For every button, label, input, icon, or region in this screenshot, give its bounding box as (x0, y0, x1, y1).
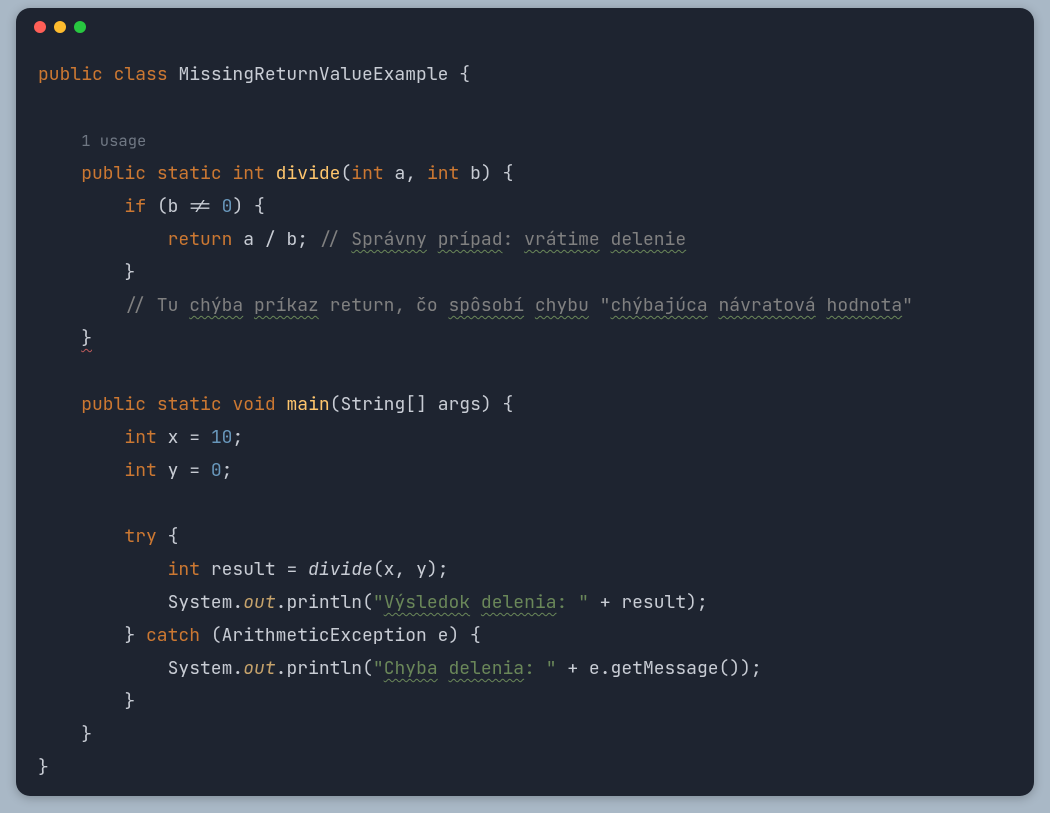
kw-int: int (427, 162, 459, 185)
var-e: e (438, 624, 449, 647)
usage-hint[interactable]: 1 usage (81, 130, 146, 151)
type-arith: ArithmeticException (222, 624, 427, 647)
ref-out: out (243, 657, 275, 680)
kw-public: public (81, 162, 146, 185)
string-2: "Chyba delenia: " (373, 657, 557, 680)
call-getmessage: getMessage (611, 657, 719, 680)
call-println: println (286, 591, 362, 614)
var-y: y (168, 459, 179, 482)
var-b: b (286, 228, 297, 251)
num-0: 0 (211, 459, 222, 482)
kw-static: static (157, 393, 222, 416)
var-result: result (621, 591, 686, 614)
kw-return: return (168, 228, 233, 251)
call-divide: divide (308, 558, 373, 581)
num-0: 0 (222, 195, 233, 218)
kw-public: public (81, 393, 146, 416)
param-b: b (470, 162, 481, 185)
type-string: String (340, 393, 405, 416)
fn-divide: divide (276, 162, 341, 185)
kw-int: int (168, 558, 200, 581)
num-10: 10 (211, 426, 233, 449)
var-result: result (211, 558, 276, 581)
arg-y: y (416, 558, 427, 581)
kw-public: public (38, 63, 103, 86)
kw-int: int (124, 426, 156, 449)
window-titlebar (16, 8, 1034, 46)
var-a: a (243, 228, 254, 251)
kw-int: int (232, 162, 264, 185)
kw-int: int (351, 162, 383, 185)
kw-void: void (232, 393, 275, 416)
var-b: b (168, 195, 179, 218)
arg-x: x (384, 558, 395, 581)
close-icon[interactable] (34, 21, 46, 33)
param-a: a (395, 162, 406, 185)
kw-catch: catch (146, 624, 200, 647)
var-x: x (168, 426, 179, 449)
kw-int: int (124, 459, 156, 482)
kw-static: static (157, 162, 222, 185)
minimize-icon[interactable] (54, 21, 66, 33)
ref-system: System (168, 657, 233, 680)
kw-try: try (124, 525, 156, 548)
err-brace: } (81, 327, 92, 350)
code-area[interactable]: public class MissingReturnValueExample {… (16, 46, 1034, 796)
fn-main: main (286, 393, 329, 416)
string-1: "Výsledok delenia: " (373, 591, 589, 614)
kw-if: if (124, 195, 146, 218)
ref-system: System (168, 591, 233, 614)
comment-1: // Správny prípad: vrátime delenie (319, 228, 686, 251)
class-name: MissingReturnValueExample (178, 63, 448, 86)
param-args: args (438, 393, 481, 416)
editor-window: public class MissingReturnValueExample {… (16, 8, 1034, 796)
comment-2: // Tu chýba príkaz return, čo spôsobí ch… (124, 294, 913, 317)
ref-out: out (243, 591, 275, 614)
var-e: e (589, 657, 600, 680)
call-println: println (286, 657, 362, 680)
zoom-icon[interactable] (74, 21, 86, 33)
kw-class: class (114, 63, 168, 86)
